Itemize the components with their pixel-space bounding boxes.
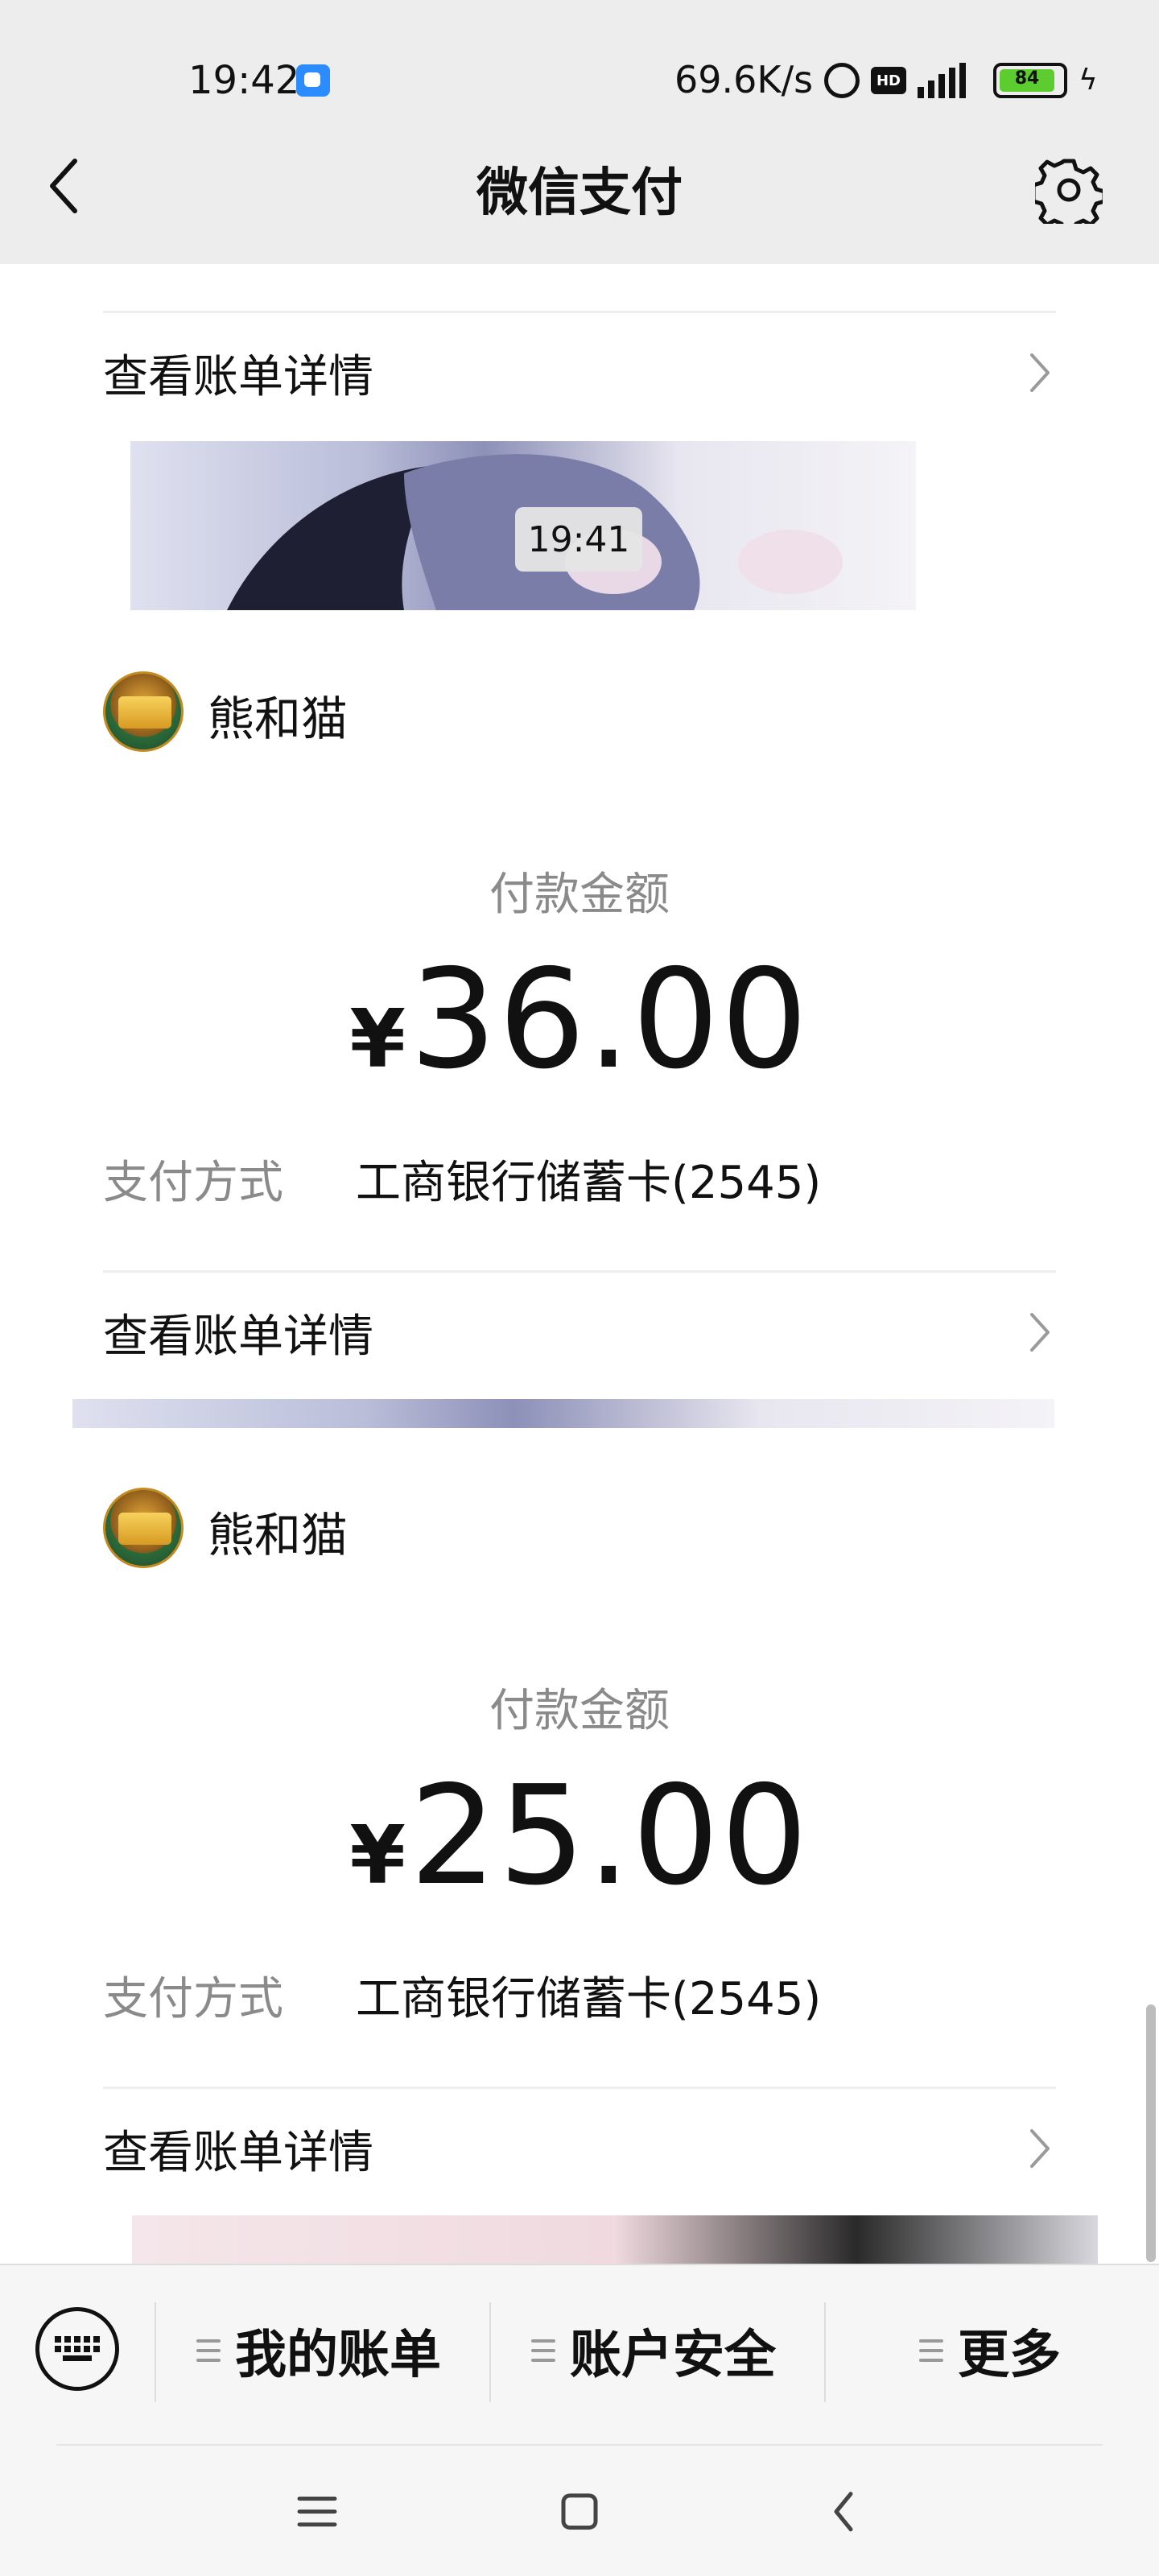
merchant-name: 熊和猫 <box>208 691 349 746</box>
nav-back-button[interactable] <box>795 2471 892 2552</box>
status-time: 19:42 <box>188 58 300 103</box>
chevron-right-icon <box>1030 353 1050 392</box>
merchant-avatar <box>103 671 184 752</box>
chevron-right-icon <box>1030 2129 1050 2168</box>
signal-icon <box>918 63 982 98</box>
background-image-strip <box>132 2215 1098 2264</box>
battery-icon: 84 <box>993 63 1067 98</box>
charging-icon: ϟ <box>1079 64 1098 97</box>
menu-lines-icon <box>919 2339 943 2362</box>
hamburger-icon <box>297 2496 337 2527</box>
currency-symbol: ¥ <box>349 1808 406 1902</box>
payment-method-value: 工商银行储蓄卡(2545) <box>356 1973 822 2025</box>
amount-value: 25.00 <box>410 1757 810 1916</box>
menu-label: 账户安全 <box>570 2326 776 2385</box>
timestamp-pill: 19:41 <box>515 507 642 572</box>
bill-detail-label: 查看账单详情 <box>103 1310 373 1363</box>
bill-detail-link-2[interactable]: 查看账单详情 <box>103 2088 1056 2209</box>
chevron-right-icon <box>1030 1313 1050 1352</box>
home-square-icon <box>561 2493 598 2530</box>
net-speed: 69.6K/s <box>674 58 814 101</box>
nav-home-button[interactable] <box>531 2471 628 2552</box>
amount-row: ¥ 36.00 <box>0 940 1159 1100</box>
menu-lines-icon <box>196 2339 221 2362</box>
chevron-left-icon <box>834 2491 853 2532</box>
menu-separator <box>824 2302 826 2402</box>
amount-label: 付款金额 <box>489 869 670 921</box>
menu-account-security[interactable]: 账户安全 <box>531 2310 776 2391</box>
menu-separator <box>489 2302 491 2402</box>
amount-label: 付款金额 <box>489 1685 670 1737</box>
divider <box>56 2444 1103 2446</box>
hd-icon: HD <box>871 67 906 94</box>
keyboard-icon <box>55 2336 100 2361</box>
bill-detail-link-1[interactable]: 查看账单详情 <box>103 1272 1056 1393</box>
menu-lines-icon <box>531 2339 555 2362</box>
notification-icon <box>296 64 330 97</box>
bill-detail-label: 查看账单详情 <box>103 2126 373 2179</box>
menu-more[interactable]: 更多 <box>919 2310 1061 2391</box>
menu-my-bills[interactable]: 我的账单 <box>196 2310 441 2391</box>
chat-content[interactable]: 查看账单详情 19:41 熊和猫 付款金额 ¥ 36.00 支付方式 工商银行储… <box>0 264 1159 2264</box>
merchant-avatar <box>103 1488 184 1568</box>
amount-row: ¥ 25.00 <box>0 1757 1159 1916</box>
bill-detail-label: 查看账单详情 <box>103 350 373 403</box>
nav-menu-button[interactable] <box>269 2471 365 2552</box>
payment-method-value: 工商银行储蓄卡(2545) <box>356 1157 822 1209</box>
payment-method-label: 支付方式 <box>103 1157 283 1209</box>
keyboard-toggle-button[interactable] <box>35 2307 119 2391</box>
menu-label: 我的账单 <box>235 2326 441 2385</box>
alarm-icon <box>824 63 860 98</box>
menu-label: 更多 <box>958 2326 1061 2385</box>
currency-symbol: ¥ <box>349 992 406 1086</box>
scrollbar[interactable] <box>1146 2004 1156 2262</box>
bill-detail-link-0[interactable]: 查看账单详情 <box>103 312 1056 433</box>
gear-icon <box>1035 159 1103 224</box>
status-icons: HD 84 ϟ <box>824 58 1098 103</box>
payment-method-label: 支付方式 <box>103 1973 283 2025</box>
merchant-name: 熊和猫 <box>208 1508 349 1563</box>
settings-button[interactable] <box>1029 150 1109 230</box>
background-image-strip <box>72 1399 1054 1428</box>
menu-separator <box>155 2302 156 2402</box>
page-title: 微信支付 <box>476 163 683 223</box>
amount-value: 36.00 <box>410 940 810 1100</box>
